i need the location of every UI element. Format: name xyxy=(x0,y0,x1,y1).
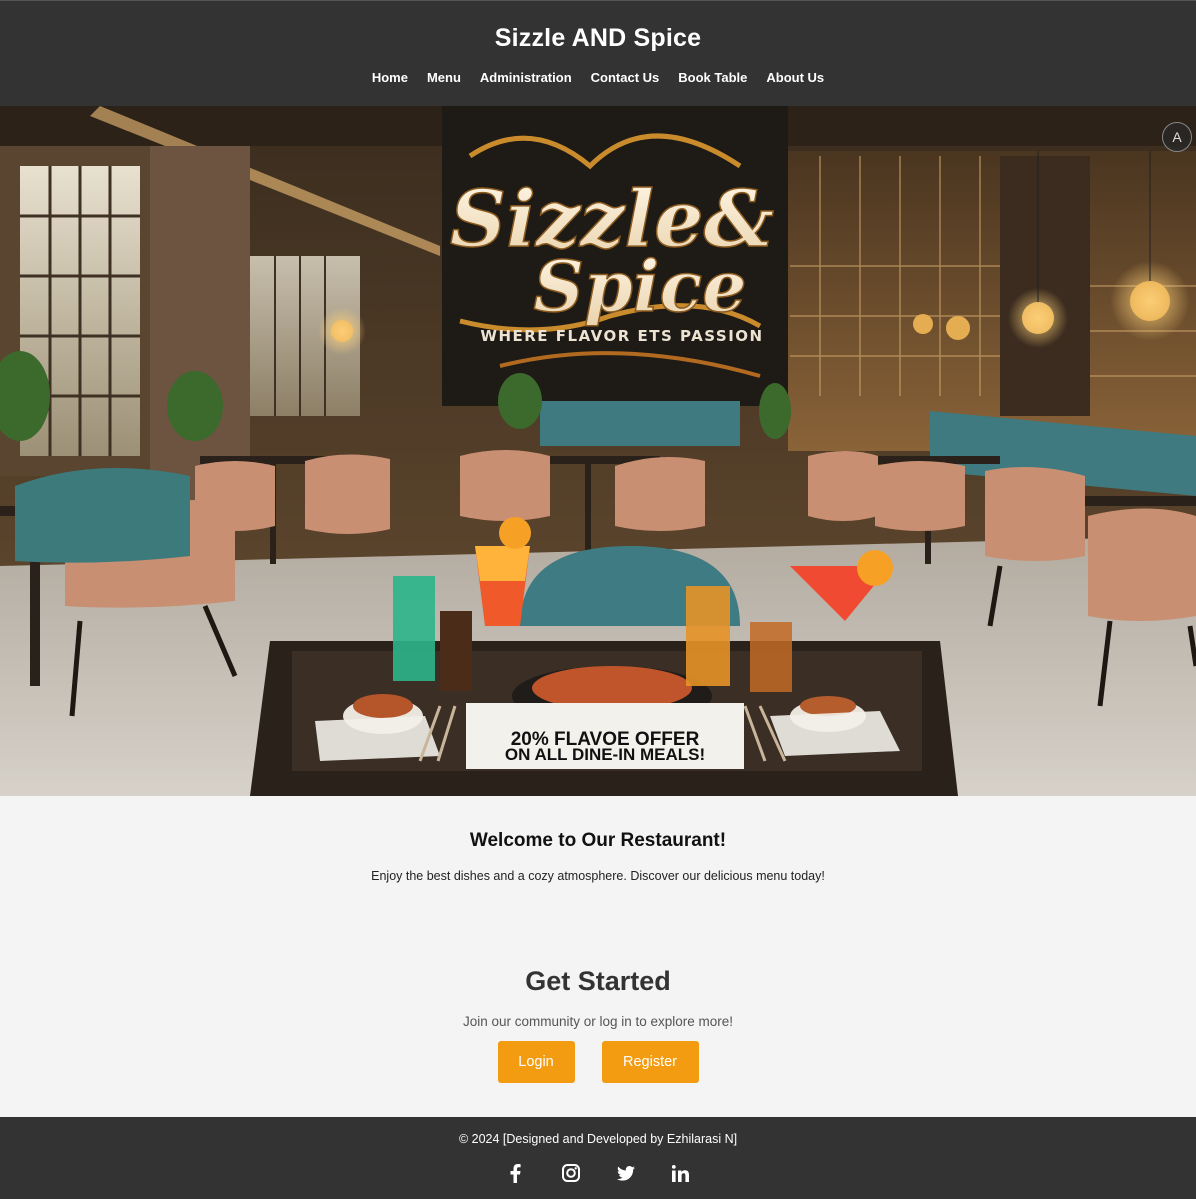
nav-menu[interactable]: Menu xyxy=(427,70,461,85)
welcome-text: Enjoy the best dishes and a cozy atmosph… xyxy=(371,869,825,883)
main-nav: Home Menu Administration Contact Us Book… xyxy=(0,70,1196,85)
welcome-section: Welcome to Our Restaurant! Enjoy the bes… xyxy=(0,796,1196,966)
copyright-text: © 2024 [Designed and Developed by Ezhila… xyxy=(458,1132,738,1146)
get-started-title: Get Started xyxy=(525,966,671,996)
logo-tagline: WHERE FLAVOR ETS PASSION xyxy=(480,327,763,345)
translate-icon[interactable]: A xyxy=(1162,122,1192,152)
facebook-icon[interactable] xyxy=(507,1163,525,1183)
nav-book-table[interactable]: Book Table xyxy=(678,70,747,85)
twitter-icon[interactable] xyxy=(616,1164,635,1182)
social-links xyxy=(0,1163,1196,1183)
translate-icon-glyph: A xyxy=(1172,129,1182,145)
nav-administration[interactable]: Administration xyxy=(480,70,572,85)
hero-image: 20% FLAVOE OFFER ON ALL DINE-IN MEALS! S… xyxy=(0,106,1196,796)
nav-about-us[interactable]: About Us xyxy=(766,70,824,85)
get-started-section: Get Started Join our community or log in… xyxy=(0,966,1196,1117)
restaurant-interior-illustration: 20% FLAVOE OFFER ON ALL DINE-IN MEALS! S… xyxy=(0,106,1196,796)
welcome-title: Welcome to Our Restaurant! xyxy=(469,830,727,851)
login-button[interactable]: Login xyxy=(497,1041,575,1083)
site-footer: © 2024 [Designed and Developed by Ezhila… xyxy=(0,1117,1196,1199)
site-header: Sizzle AND Spice Home Menu Administratio… xyxy=(0,0,1196,106)
nav-home[interactable]: Home xyxy=(372,70,408,85)
linkedin-icon[interactable] xyxy=(672,1164,690,1182)
nav-contact-us[interactable]: Contact Us xyxy=(591,70,660,85)
instagram-icon[interactable] xyxy=(561,1164,580,1182)
auth-buttons: Login Register xyxy=(0,1041,1196,1083)
register-button[interactable]: Register xyxy=(601,1041,699,1083)
offer-line2: ON ALL DINE-IN MEALS! xyxy=(505,745,705,764)
site-title: Sizzle AND Spice xyxy=(494,24,702,52)
logo-line2: Spice xyxy=(533,245,746,328)
get-started-subtitle: Join our community or log in to explore … xyxy=(462,1014,734,1029)
